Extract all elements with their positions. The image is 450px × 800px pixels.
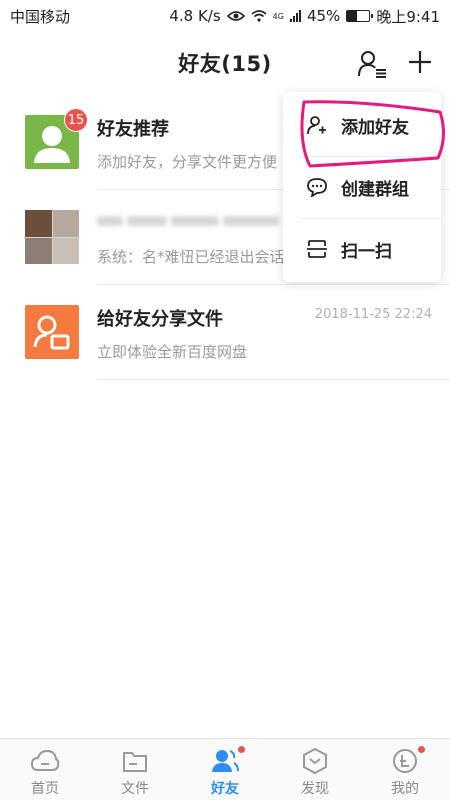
folder-icon (123, 752, 147, 772)
menu-item-label: 扫一扫 (341, 241, 392, 262)
add-menu-popup: 添加好友 创建群组 扫一扫 (283, 92, 441, 282)
row-title: 好友推荐 (97, 119, 169, 140)
bottom-nav: 首页 文件 好友 发现 我的 (0, 738, 450, 800)
row-title: 给好友分享文件 (97, 309, 223, 330)
group-avatar-tile (25, 210, 52, 237)
nav-discover[interactable]: 发现 (270, 739, 360, 800)
cloud-home-icon (30, 749, 60, 771)
plus-icon[interactable] (405, 47, 435, 77)
network-speed: 4.8 K/s (169, 7, 221, 25)
profile-coin-icon (393, 749, 417, 773)
clock: 晚上9:41 (376, 7, 440, 26)
carrier-label: 中国移动 (10, 7, 71, 26)
group-avatar-tile (52, 210, 79, 237)
list-item-share-files[interactable]: 给好友分享文件 2018-11-25 22:24 立即体验全新百度网盘 (0, 285, 450, 380)
menu-item-scan[interactable]: 扫一扫 (283, 218, 441, 280)
eye-icon (226, 11, 245, 21)
nav-label: 我的 (391, 781, 419, 797)
nav-friends[interactable]: 好友 (180, 739, 270, 800)
add-user-icon (307, 116, 326, 135)
share-avatar (25, 305, 79, 359)
blur-segment (171, 216, 219, 226)
unread-badge: 15 (64, 108, 88, 132)
blur-segment (223, 216, 279, 226)
group-avatar-tile (25, 237, 52, 264)
divider (97, 379, 450, 380)
share-file-icon (33, 315, 70, 350)
menu-item-create-group[interactable]: 创建群组 (283, 156, 441, 218)
discover-hexagon-icon (303, 747, 327, 775)
top-header: 好友(15) (0, 32, 450, 94)
status-indicators: 4.8 K/s 4G 45% 晚上9:41 (169, 6, 440, 27)
friends-icon (212, 750, 239, 772)
nav-label: 首页 (31, 781, 59, 797)
nav-home[interactable]: 首页 (0, 739, 90, 800)
blurred-group-title (97, 212, 287, 230)
contacts-list-icon[interactable] (357, 50, 387, 78)
network-type: 4G (272, 11, 284, 21)
blur-segment (127, 216, 167, 226)
nav-profile[interactable]: 我的 (360, 739, 450, 800)
row-subtitle: 立即体验全新百度网盘 (97, 343, 248, 361)
nav-label: 发现 (301, 781, 329, 797)
battery-percent: 45% (306, 7, 341, 25)
blur-segment (97, 216, 123, 226)
chat-bubble-icon (307, 178, 327, 197)
nav-label: 好友 (211, 781, 239, 797)
wifi-icon (251, 10, 267, 22)
nav-files[interactable]: 文件 (90, 739, 180, 800)
menu-item-label: 创建群组 (341, 179, 409, 200)
nav-label: 文件 (121, 781, 149, 797)
notification-dot (238, 746, 245, 753)
group-avatar-tile (52, 237, 79, 264)
notification-dot (418, 746, 425, 753)
signal-icon (289, 10, 301, 22)
battery-icon (346, 10, 374, 22)
status-bar: 中国移动 4.8 K/s 4G 45% 晚上9:41 (0, 0, 450, 32)
row-subtitle: 添加好友，分享文件更方便 (97, 153, 278, 171)
row-subtitle: 系统：名*难忸已经退出会话 (97, 248, 285, 266)
menu-item-add-friend[interactable]: 添加好友 (283, 94, 441, 156)
scan-icon (307, 240, 327, 258)
page-title: 好友(15) (178, 52, 272, 76)
row-timestamp: 2018-11-25 22:24 (314, 307, 432, 322)
menu-item-label: 添加好友 (341, 117, 409, 138)
group-avatar (25, 210, 79, 264)
